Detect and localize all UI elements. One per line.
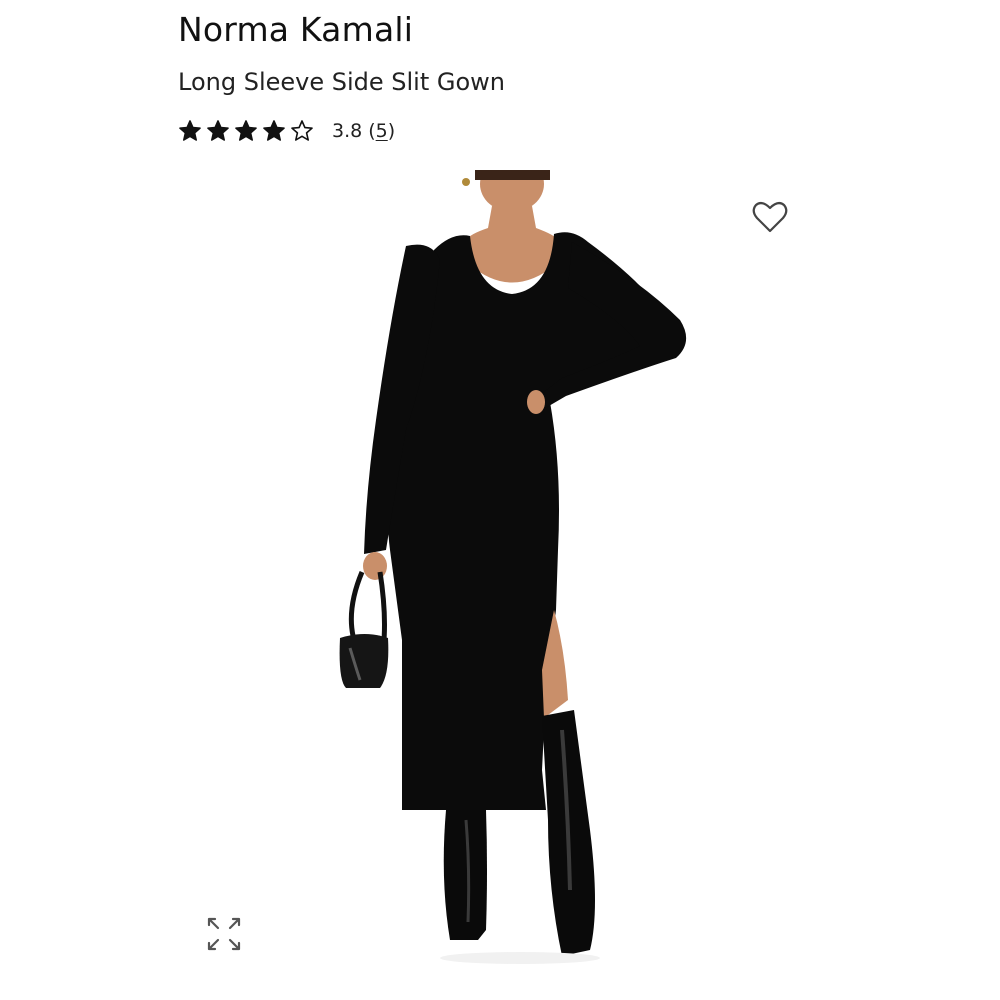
star-icon [291,120,313,141]
review-count[interactable]: 5 [376,120,388,142]
model-hand-left [363,552,387,580]
review-count-close-paren: ) [387,120,396,142]
model-hand-right [527,390,545,414]
star-icon [179,120,201,141]
product-page: Norma Kamali Long Sleeve Side Slit Gown … [0,0,1000,1000]
rating-row: 3.8 (5) [178,118,395,144]
star-icon [235,120,257,141]
star-icon [263,120,285,141]
product-title: Long Sleeve Side Slit Gown [178,68,505,96]
brand-name[interactable]: Norma Kamali [178,10,413,49]
expand-arrows-icon[interactable] [204,914,244,954]
model-earring [462,178,470,186]
product-image [339,170,687,964]
product-image-gallery[interactable] [170,170,830,1000]
heart-outline-icon[interactable] [750,198,790,238]
floor-shadow [440,952,600,964]
handbag [339,634,389,688]
review-count-link[interactable]: (5) [368,120,395,142]
model-hair [475,170,550,180]
model-neck-chest [466,206,558,283]
star-rating [178,119,314,143]
handbag-strap [348,571,387,641]
review-count-open-paren: ( [368,120,376,142]
rating-value: 3.8 [332,120,363,142]
star-icon [207,120,229,141]
